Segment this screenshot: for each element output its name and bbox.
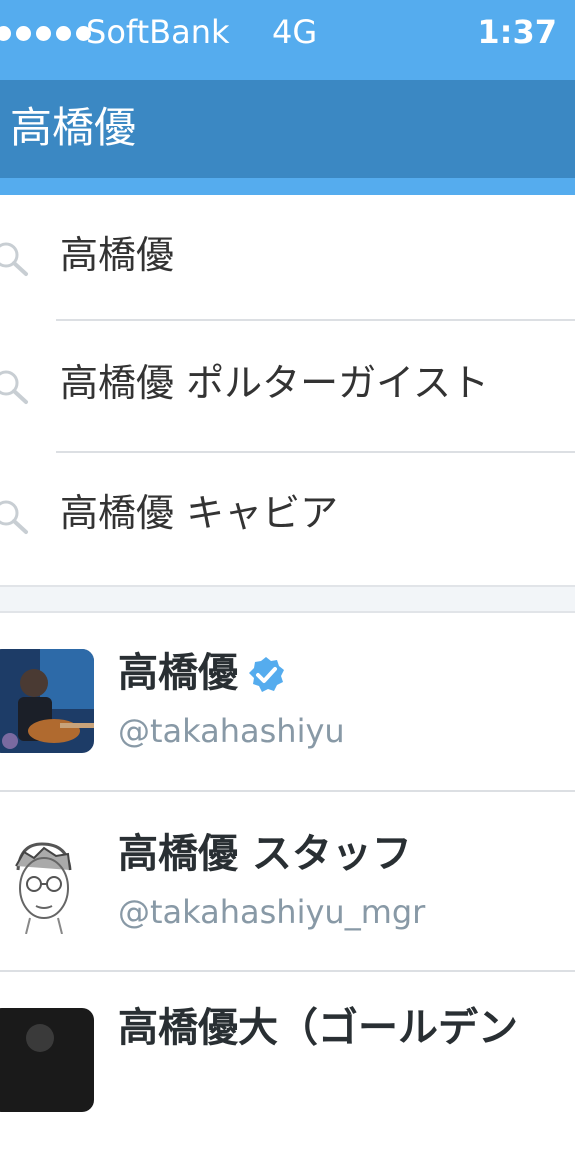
section-separator	[0, 585, 575, 613]
user-row[interactable]: 高橋優大（ゴールデン	[0, 972, 575, 1152]
user-name: 高橋優大（ゴールデン	[118, 1005, 518, 1051]
header-divider	[0, 178, 575, 195]
user-name: 高橋優 スタッフ	[118, 831, 412, 877]
user-row[interactable]: 高橋優 スタッフ @takahashiyu_mgr	[0, 792, 575, 972]
signal-strength-icon	[0, 22, 91, 44]
photo-avatar[interactable]	[0, 649, 94, 753]
search-header[interactable]: 高橋優	[0, 80, 575, 178]
user-row[interactable]: 高橋優 @takahashiyu	[0, 611, 575, 791]
search-icon	[0, 370, 28, 404]
suggestion-label: 高橋優 ポルターガイスト	[60, 361, 489, 405]
suggestion-item[interactable]: 高橋優 キャビア	[0, 453, 575, 583]
user-handle: @takahashiyu_mgr	[118, 893, 426, 931]
suggestion-label: 高橋優	[60, 233, 175, 277]
suggestion-label: 高橋優 キャビア	[60, 491, 339, 535]
status-bar: SoftBank 4G 1:37	[0, 0, 575, 80]
suggestion-item[interactable]: 高橋優 ポルターガイスト	[0, 323, 575, 453]
suggestion-item[interactable]: 高橋優	[0, 195, 575, 325]
network-type: 4G	[272, 13, 318, 51]
carrier-label: SoftBank	[86, 13, 230, 51]
verified-badge-icon	[249, 657, 284, 692]
search-icon	[0, 500, 28, 534]
clock: 1:37	[477, 13, 557, 51]
sketch-avatar[interactable]	[0, 830, 94, 934]
search-icon	[0, 242, 28, 276]
user-handle: @takahashiyu	[118, 712, 345, 750]
search-query-text[interactable]: 高橋優	[10, 100, 136, 156]
user-name: 高橋優	[118, 647, 286, 699]
divider	[56, 319, 575, 321]
